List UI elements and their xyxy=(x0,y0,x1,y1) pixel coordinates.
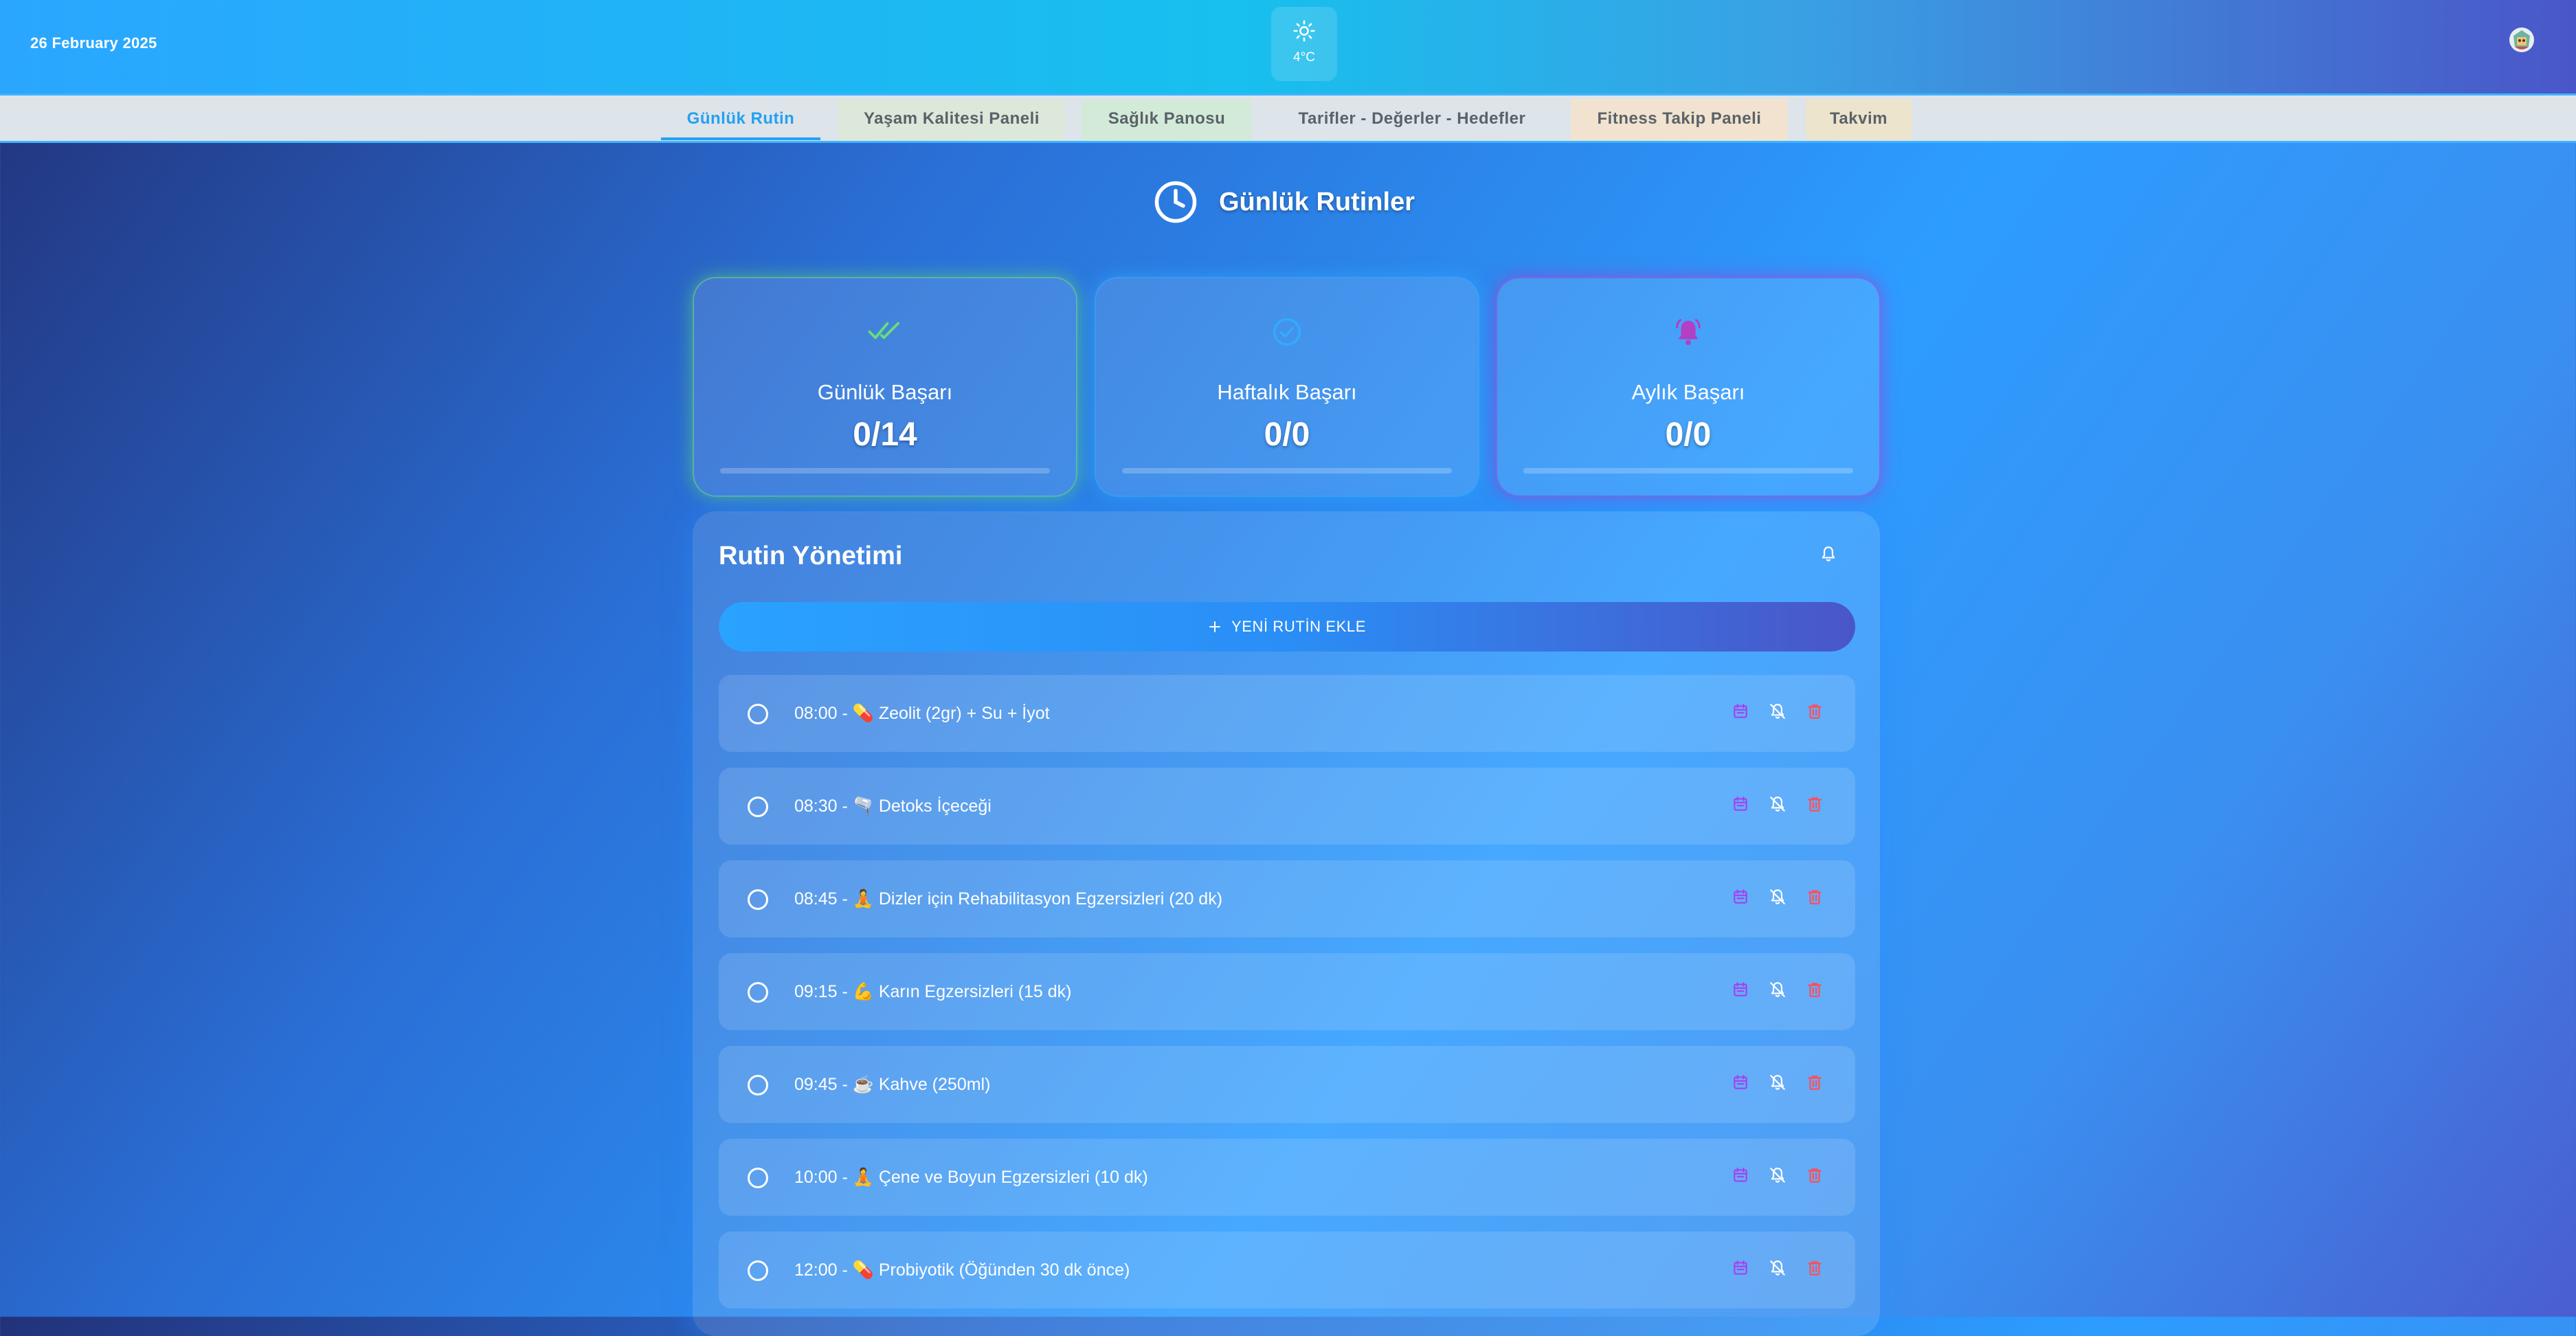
trash-icon[interactable] xyxy=(1806,981,1825,1000)
bell-ring-icon xyxy=(1676,319,1701,346)
bell-off-icon[interactable] xyxy=(1769,1166,1788,1185)
tab-takvim[interactable]: Takvim xyxy=(1806,99,1912,140)
routine-text: 08:30 - 🫗 Detoks İçeceği xyxy=(794,797,992,816)
sun-icon xyxy=(1293,20,1315,42)
routine-text: 08:00 - 💊 Zeolit (2gr) + Su + İyot xyxy=(794,704,1050,723)
routine-text: 12:00 - 💊 Probiyotik (Öğünden 30 dk önce… xyxy=(794,1260,1130,1280)
routine-row[interactable]: 09:45 - ☕ Kahve (250ml) xyxy=(719,1046,1855,1123)
routine-text: 10:00 - 🧘 Çene ve Boyun Egzersizleri (10… xyxy=(794,1168,1148,1187)
trash-icon[interactable] xyxy=(1806,795,1825,814)
routine-row[interactable]: 12:00 - 💊 Probiyotik (Öğünden 30 dk önce… xyxy=(719,1232,1855,1309)
routine-actions xyxy=(1732,1166,1825,1185)
tab-gunluk-rutin[interactable]: Günlük Rutin xyxy=(661,99,820,140)
bell-off-icon[interactable] xyxy=(1769,702,1788,722)
routine-text: 08:45 - 🧘 Dizler için Rehabilitasyon Egz… xyxy=(794,889,1223,909)
stat-card-weekly: Haftalık Başarı 0/0 xyxy=(1095,277,1479,497)
stat-card-monthly: Aylık Başarı 0/0 xyxy=(1496,277,1881,497)
bell-off-icon[interactable] xyxy=(1769,981,1788,1000)
trash-icon[interactable] xyxy=(1806,888,1825,907)
calendar-icon[interactable] xyxy=(1732,1166,1751,1185)
routine-text: 09:45 - ☕ Kahve (250ml) xyxy=(794,1075,991,1094)
routine-text: 09:15 - 💪 Karın Egzersizleri (15 dk) xyxy=(794,982,1072,1001)
routine-checkbox[interactable] xyxy=(748,1168,768,1188)
check-circle-icon xyxy=(1273,318,1301,346)
trash-icon[interactable] xyxy=(1806,702,1825,722)
routine-row[interactable]: 08:00 - 💊 Zeolit (2gr) + Su + İyot xyxy=(719,675,1855,752)
trash-icon[interactable] xyxy=(1806,1166,1825,1185)
routine-checkbox[interactable] xyxy=(748,1075,768,1095)
panel-title: Rutin Yönetimi xyxy=(719,542,903,570)
routine-actions xyxy=(1732,1259,1825,1278)
routine-checkbox[interactable] xyxy=(748,704,768,724)
tab-yasam-kalitesi[interactable]: Yaşam Kalitesi Paneli xyxy=(838,99,1065,140)
bell-off-icon[interactable] xyxy=(1769,795,1788,814)
progress-bar xyxy=(1523,468,1853,474)
routine-management-panel: Rutin Yönetimi YENİ RUTİN EKLE 08:00 - 💊… xyxy=(693,511,1880,1336)
tab-bar: Günlük Rutin Yaşam Kalitesi Paneli Sağlı… xyxy=(0,93,2576,143)
plus-icon xyxy=(1209,621,1220,632)
stat-value: 0/14 xyxy=(853,416,917,453)
routine-checkbox[interactable] xyxy=(748,982,768,1003)
calendar-icon[interactable] xyxy=(1732,1073,1751,1093)
progress-bar xyxy=(720,468,1050,474)
page-title-text: Günlük Rutinler xyxy=(1219,187,1415,216)
double-check-icon xyxy=(868,322,899,339)
calendar-icon[interactable] xyxy=(1732,702,1751,722)
routine-actions xyxy=(1732,795,1825,814)
routine-actions xyxy=(1732,1073,1825,1093)
stat-label: Günlük Başarı xyxy=(817,380,953,404)
weather-widget[interactable]: 4°C xyxy=(1271,7,1337,81)
routine-row[interactable]: 09:15 - 💪 Karın Egzersizleri (15 dk) xyxy=(719,953,1855,1030)
stat-label: Haftalık Başarı xyxy=(1217,380,1357,404)
weather-temperature: 4°C xyxy=(1293,50,1315,65)
stat-value: 0/0 xyxy=(1665,416,1712,453)
clock-icon xyxy=(1154,181,1197,223)
routine-checkbox[interactable] xyxy=(748,1260,768,1281)
trash-icon[interactable] xyxy=(1806,1259,1825,1278)
page-title: Günlük Rutinler xyxy=(1153,177,1415,227)
calendar-icon[interactable] xyxy=(1732,1259,1751,1278)
routine-actions xyxy=(1732,981,1825,1000)
routine-actions xyxy=(1732,702,1825,722)
top-bar: 26 February 2025 4°C xyxy=(0,0,2576,93)
tab-saglik-panosu[interactable]: Sağlık Panosu xyxy=(1082,99,1252,140)
calendar-icon[interactable] xyxy=(1732,888,1751,907)
stat-card-daily: Günlük Başarı 0/14 xyxy=(693,277,1077,497)
calendar-icon[interactable] xyxy=(1732,795,1751,814)
routine-checkbox[interactable] xyxy=(748,889,768,910)
bell-icon[interactable] xyxy=(1819,544,1837,564)
tab-tarifler[interactable]: Tarifler - Değerler - Hedefler xyxy=(1273,99,1552,140)
current-date: 26 February 2025 xyxy=(30,34,157,52)
routine-actions xyxy=(1732,888,1825,907)
stat-value: 0/0 xyxy=(1264,416,1310,453)
bell-off-icon[interactable] xyxy=(1769,1259,1788,1278)
avatar-icon[interactable] xyxy=(2508,26,2535,54)
bell-off-icon[interactable] xyxy=(1769,888,1788,907)
stat-label: Aylık Başarı xyxy=(1631,380,1745,404)
add-routine-label: YENİ RUTİN EKLE xyxy=(1231,618,1367,635)
calendar-icon[interactable] xyxy=(1732,981,1751,1000)
trash-icon[interactable] xyxy=(1806,1073,1825,1093)
add-routine-button[interactable]: YENİ RUTİN EKLE xyxy=(719,602,1855,652)
routine-row[interactable]: 08:45 - 🧘 Dizler için Rehabilitasyon Egz… xyxy=(719,860,1855,937)
tab-fitness[interactable]: Fitness Takip Paneli xyxy=(1571,99,1788,140)
routine-row[interactable]: 10:00 - 🧘 Çene ve Boyun Egzersizleri (10… xyxy=(719,1139,1855,1216)
routine-checkbox[interactable] xyxy=(748,797,768,817)
bell-off-icon[interactable] xyxy=(1769,1073,1788,1093)
progress-bar xyxy=(1122,468,1452,474)
routine-row[interactable]: 08:30 - 🫗 Detoks İçeceği xyxy=(719,768,1855,845)
